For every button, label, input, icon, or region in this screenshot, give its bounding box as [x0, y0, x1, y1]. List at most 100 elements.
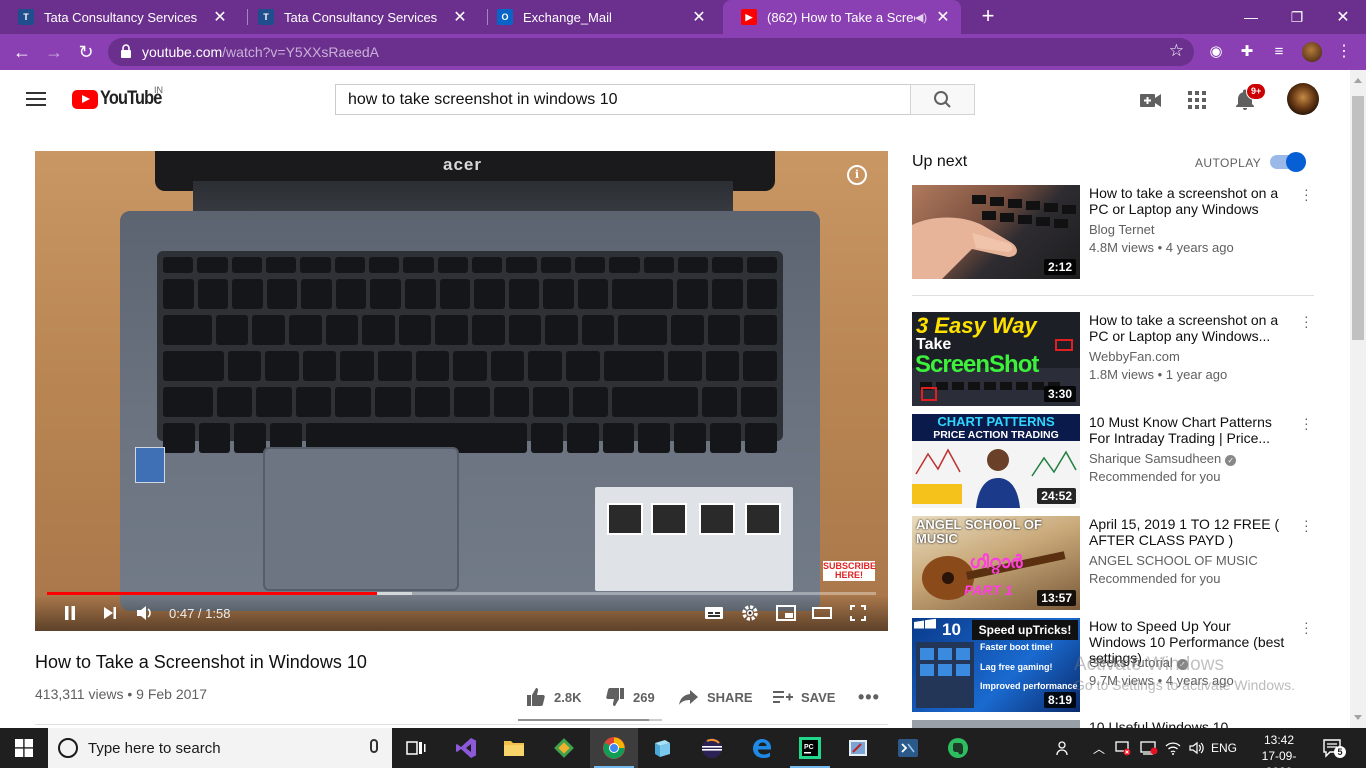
scroll-up-arrow[interactable]	[1354, 78, 1362, 83]
taskbar-terminal-app[interactable]	[884, 728, 932, 768]
settings-button[interactable]	[739, 602, 761, 624]
taskbar-eclipse[interactable]	[688, 728, 736, 768]
extension-circle-icon[interactable]: ◉	[1206, 42, 1226, 62]
subscribe-overlay[interactable]: SUBSCRIBE HERE!	[823, 561, 876, 581]
fullscreen-button[interactable]	[847, 602, 869, 624]
recommended-video-4[interactable]: ഗിറ്റാർ ANGEL SCHOOL OF MUSIC PART 1 13:…	[912, 513, 1314, 610]
lock-icon[interactable]	[120, 44, 132, 58]
search-input[interactable]: how to take screenshot in windows 10	[335, 84, 911, 115]
volume-button[interactable]	[133, 602, 155, 624]
taskbar-git-app[interactable]	[540, 728, 588, 768]
theater-mode-button[interactable]	[811, 602, 833, 624]
video-thumbnail[interactable]: CHART PATTERNS PRICE ACTION TRADING 24:5…	[912, 414, 1080, 508]
taskbar-clock[interactable]: 13:42 17-09-2020	[1250, 732, 1308, 780]
more-actions-button[interactable]: •••	[858, 686, 880, 708]
miniplayer-button[interactable]	[775, 602, 797, 624]
maximize-button[interactable]: ❐	[1274, 0, 1320, 34]
tab-exchange-mail[interactable]: O Exchange_Mail ✕	[479, 0, 717, 34]
close-icon[interactable]: ✕	[212, 7, 228, 27]
channel-name[interactable]: Blog Ternet	[1089, 222, 1155, 237]
share-button[interactable]: SHARE	[679, 686, 753, 708]
recommended-video-1[interactable]: 2:12 How to take a screenshot on a PC or…	[912, 182, 1314, 279]
video-title[interactable]: 10 Useful Windows 10	[1089, 720, 1289, 728]
page-scrollbar[interactable]	[1350, 70, 1366, 728]
address-bar[interactable]: youtube.com/watch?v=Y5XXsRaeedA ☆	[108, 38, 1194, 66]
audio-playing-icon[interactable]: ◀)	[915, 11, 927, 24]
close-window-button[interactable]: ✕	[1320, 0, 1366, 34]
save-button[interactable]: SAVE	[773, 686, 835, 708]
volume-tray-icon[interactable]	[1186, 728, 1208, 768]
recommended-video-6[interactable]: 10 Useful Windows 10	[912, 720, 1314, 728]
tab-youtube-active[interactable]: ▶ (862) How to Take a Screensh ◀) ✕	[723, 0, 961, 34]
bookmark-star-icon[interactable]: ☆	[1169, 41, 1184, 61]
channel-name[interactable]: ANGEL SCHOOL OF MUSIC	[1089, 553, 1258, 568]
close-icon[interactable]: ✕	[935, 7, 951, 27]
wifi-icon[interactable]	[1162, 728, 1184, 768]
microphone-icon[interactable]	[370, 739, 378, 753]
reload-button[interactable]: ↻	[74, 40, 98, 64]
more-options-icon[interactable]: · · ·	[1304, 513, 1310, 537]
media-queue-icon[interactable]: ≡	[1269, 42, 1289, 62]
action-center-button[interactable]: 5	[1322, 738, 1346, 758]
youtube-logo[interactable]: YouTube IN	[72, 85, 171, 110]
video-title[interactable]: 10 Must Know Chart Patterns For Intraday…	[1089, 414, 1289, 446]
taskbar-evernote[interactable]	[934, 728, 982, 768]
input-language-indicator[interactable]: ENG	[1208, 728, 1240, 768]
video-thumbnail[interactable]: 2:12	[912, 185, 1080, 279]
browser-menu-icon[interactable]: ⋮	[1336, 42, 1352, 62]
recommended-video-2[interactable]: 3 Easy Way Take ScreenShot 3:30 How to t…	[912, 309, 1314, 406]
taskbar-search-box[interactable]: Type here to search	[48, 728, 392, 768]
video-thumbnail[interactable]: ഗിറ്റാർ ANGEL SCHOOL OF MUSIC PART 1 13:…	[912, 516, 1080, 610]
more-options-icon[interactable]: · · ·	[1304, 309, 1310, 333]
channel-name[interactable]: WebbyFan.com	[1089, 349, 1180, 364]
network-error-icon[interactable]	[1112, 728, 1134, 768]
taskbar-snipping-tool[interactable]	[834, 728, 882, 768]
taskbar-file-explorer[interactable]	[490, 728, 538, 768]
recommended-video-3[interactable]: CHART PATTERNS PRICE ACTION TRADING 24:5…	[912, 411, 1314, 508]
dislike-button[interactable]: 269	[605, 686, 655, 708]
video-player[interactable]: acer SUBSCRIBE HERE! i 0:47 / 1:58	[35, 151, 888, 631]
create-video-icon[interactable]	[1139, 88, 1163, 112]
channel-name[interactable]: Sharique Samsudheen ✓	[1089, 451, 1237, 466]
more-options-icon[interactable]: · · ·	[1304, 615, 1310, 639]
close-icon[interactable]: ✕	[691, 7, 707, 27]
autoplay-toggle[interactable]	[1270, 152, 1306, 172]
apps-grid-icon[interactable]	[1185, 88, 1209, 112]
subtitles-button[interactable]	[703, 602, 725, 624]
taskbar-edge[interactable]	[738, 728, 786, 768]
scroll-down-arrow[interactable]	[1354, 715, 1362, 720]
back-button[interactable]: ←	[10, 40, 34, 64]
people-icon[interactable]	[1052, 728, 1076, 768]
like-button[interactable]: 2.8K	[526, 686, 581, 708]
account-avatar[interactable]	[1287, 83, 1319, 115]
video-title[interactable]: April 15, 2019 1 TO 12 FREE ( AFTER CLAS…	[1089, 516, 1289, 548]
display-status-icon[interactable]	[1138, 728, 1160, 768]
video-thumbnail[interactable]: 10 Speed upTricks! Faster boot time! Lag…	[912, 618, 1080, 712]
tab-tcs-1[interactable]: T Tata Consultancy Services ✕	[0, 0, 238, 34]
new-tab-button[interactable]: +	[976, 4, 1000, 28]
more-options-icon[interactable]: · · ·	[1304, 182, 1310, 206]
search-button[interactable]	[910, 84, 975, 115]
video-thumbnail[interactable]: 3 Easy Way Take ScreenShot 3:30	[912, 312, 1080, 406]
close-icon[interactable]: ✕	[452, 7, 468, 27]
forward-button[interactable]: →	[42, 40, 66, 64]
extensions-puzzle-icon[interactable]: ✚	[1237, 42, 1257, 62]
minimize-button[interactable]: —	[1228, 0, 1274, 34]
taskbar-app-cube[interactable]	[638, 728, 686, 768]
browser-profile-avatar[interactable]	[1302, 42, 1322, 62]
more-options-icon[interactable]: · · ·	[1304, 411, 1310, 435]
taskbar-visual-studio[interactable]	[442, 728, 490, 768]
video-thumbnail[interactable]	[912, 720, 1080, 728]
next-button[interactable]	[99, 602, 121, 624]
tab-tcs-2[interactable]: T Tata Consultancy Services ✕	[240, 0, 478, 34]
task-view-button[interactable]	[392, 728, 440, 768]
video-title[interactable]: How to take a screenshot on a PC or Lapt…	[1089, 312, 1289, 344]
guide-menu-icon[interactable]	[26, 92, 46, 106]
start-button[interactable]	[0, 728, 48, 768]
taskbar-pycharm[interactable]: PC	[786, 728, 834, 768]
taskbar-chrome[interactable]	[590, 728, 638, 768]
pause-button[interactable]	[59, 602, 81, 624]
show-hidden-icons-chevron-icon[interactable]: ︿	[1090, 728, 1108, 768]
scrollbar-thumb[interactable]	[1352, 96, 1364, 340]
info-icon[interactable]: i	[847, 165, 867, 185]
